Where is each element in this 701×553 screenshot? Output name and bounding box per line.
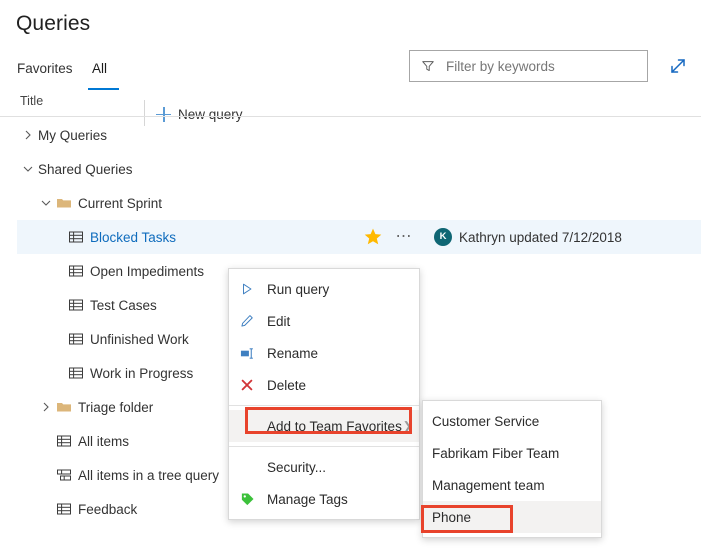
filter-box[interactable]	[409, 50, 648, 82]
tree-row-label: All items	[78, 434, 129, 449]
menu-item-label: Delete	[267, 378, 306, 393]
star-filled-icon[interactable]	[363, 227, 383, 247]
query-flat-icon	[68, 263, 84, 279]
column-header-row: Title	[0, 90, 701, 117]
menu-item-delete[interactable]: Delete	[229, 369, 419, 401]
tree-row-my-queries[interactable]: My Queries	[0, 118, 701, 152]
menu-item-label: Security...	[267, 460, 326, 475]
chevron-right-icon[interactable]	[40, 401, 52, 413]
ellipsis-icon[interactable]: ⋯	[392, 222, 416, 252]
submenu-item-management-team[interactable]: Management team	[423, 469, 601, 501]
tag-icon	[237, 491, 257, 507]
menu-item-label: Manage Tags	[267, 492, 348, 507]
delete-x-icon	[237, 377, 257, 393]
menu-item-manage-tags[interactable]: Manage Tags	[229, 483, 419, 515]
menu-item-add-to-team-favorites[interactable]: Add to Team Favorites ❯	[229, 410, 419, 442]
menu-item-run-query[interactable]: Run query	[229, 273, 419, 305]
menu-divider	[229, 405, 419, 406]
tree-row-label: Open Impediments	[90, 264, 204, 279]
tree-row-label[interactable]: Blocked Tasks	[90, 230, 176, 245]
row-meta-text: Kathryn updated 7/12/2018	[459, 230, 622, 245]
tab-favorites[interactable]: Favorites	[13, 48, 77, 88]
rename-icon	[237, 345, 257, 361]
tree-row-shared-queries[interactable]: Shared Queries	[0, 152, 701, 186]
team-favorites-submenu: Customer Service Fabrikam Fiber Team Man…	[422, 400, 602, 538]
menu-item-security[interactable]: Security...	[229, 451, 419, 483]
tab-favorites-label: Favorites	[13, 61, 77, 76]
menu-item-rename[interactable]: Rename	[229, 337, 419, 369]
spacer-icon	[237, 418, 257, 434]
menu-item-label: Edit	[267, 314, 290, 329]
chevron-right-icon: ❯	[403, 420, 412, 433]
submenu-item-label: Customer Service	[432, 414, 539, 429]
play-icon	[237, 281, 257, 297]
submenu-item-label: Phone	[432, 510, 471, 525]
tree-row-label: Shared Queries	[38, 162, 133, 177]
avatar: K	[434, 228, 452, 246]
menu-divider	[229, 446, 419, 447]
menu-item-label: Rename	[267, 346, 318, 361]
query-flat-icon	[68, 229, 84, 245]
query-tree-icon	[56, 467, 72, 483]
funnel-icon	[421, 59, 435, 73]
chevron-down-icon[interactable]	[22, 163, 34, 175]
tree-row-blocked-tasks[interactable]: Blocked Tasks ⋯ K Kathryn updated 7/12/2…	[0, 220, 701, 254]
tree-row-label: My Queries	[38, 128, 107, 143]
query-flat-icon	[68, 331, 84, 347]
tree-row-current-sprint[interactable]: Current Sprint	[0, 186, 701, 220]
tree-row-label: Unfinished Work	[90, 332, 189, 347]
context-menu: Run query Edit Rename	[228, 268, 420, 520]
submenu-item-label: Fabrikam Fiber Team	[432, 446, 559, 461]
tab-all[interactable]: All	[88, 48, 111, 88]
tree-row-label: All items in a tree query	[78, 468, 219, 483]
menu-item-label: Run query	[267, 282, 329, 297]
tree-row-label: Current Sprint	[78, 196, 162, 211]
queries-page: Queries Favorites All New query	[0, 0, 701, 553]
menu-item-label: Add to Team Favorites	[267, 419, 402, 434]
submenu-item-label: Management team	[432, 478, 545, 493]
tree-row-label: Triage folder	[78, 400, 153, 415]
chevron-right-icon[interactable]	[22, 129, 34, 141]
folder-icon	[56, 195, 72, 211]
menu-item-edit[interactable]: Edit	[229, 305, 419, 337]
query-flat-icon	[68, 297, 84, 313]
page-title: Queries	[16, 12, 90, 36]
submenu-item-fabrikam-fiber-team[interactable]: Fabrikam Fiber Team	[423, 437, 601, 469]
query-flat-icon	[56, 501, 72, 517]
folder-icon	[56, 399, 72, 415]
spacer-icon	[237, 459, 257, 475]
submenu-item-phone[interactable]: Phone	[423, 501, 601, 533]
query-flat-icon	[56, 433, 72, 449]
tree-row-label: Feedback	[78, 502, 137, 517]
submenu-item-customer-service[interactable]: Customer Service	[423, 405, 601, 437]
pencil-icon	[237, 313, 257, 329]
tree-row-label: Test Cases	[90, 298, 157, 313]
row-indent-pad	[0, 220, 17, 254]
chevron-down-icon[interactable]	[40, 197, 52, 209]
column-header-title: Title	[20, 94, 43, 108]
tab-all-label: All	[88, 61, 111, 76]
query-flat-icon	[68, 365, 84, 381]
filter-input[interactable]	[444, 58, 639, 75]
expand-diagonal-icon[interactable]	[666, 54, 690, 78]
tree-row-label: Work in Progress	[90, 366, 193, 381]
